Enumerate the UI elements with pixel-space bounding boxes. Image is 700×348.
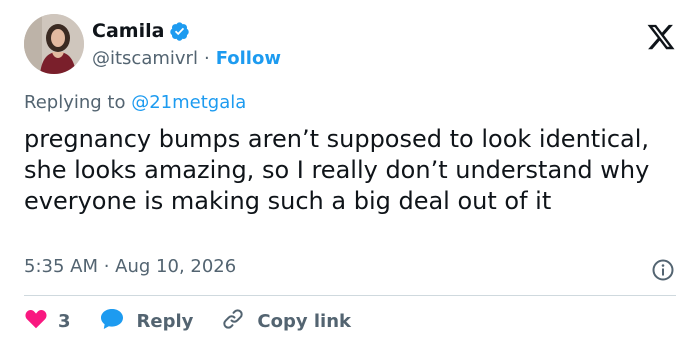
reply-bubble-icon — [99, 307, 125, 336]
tweet-header: Camila @itscamivrl · Follow — [24, 14, 676, 78]
tweet-time: 5:35 AM — [24, 256, 98, 277]
reply-button[interactable]: Reply — [99, 307, 194, 336]
tweet-timestamp[interactable]: 5:35 AM · Aug 10, 2026 — [24, 256, 236, 277]
action-bar: 3 Reply Copy link — [24, 305, 351, 337]
reply-mention-link[interactable]: @21metgala — [131, 92, 246, 113]
divider — [24, 295, 676, 296]
copy-link-button[interactable]: Copy link — [221, 307, 351, 336]
tweet-text: pregnancy bumps aren’t supposed to look … — [24, 125, 650, 215]
verified-badge-icon — [169, 21, 190, 42]
tweet-date: Aug 10, 2026 — [115, 256, 237, 277]
link-icon — [221, 307, 245, 336]
replying-prefix: Replying to — [24, 92, 132, 113]
copy-link-label: Copy link — [257, 310, 351, 332]
user-block: Camila @itscamivrl · Follow — [92, 18, 281, 72]
replying-to: Replying to @21metgala — [24, 92, 246, 113]
reply-label: Reply — [136, 310, 194, 332]
like-button[interactable]: 3 — [24, 307, 71, 336]
follow-button[interactable]: Follow — [216, 48, 281, 69]
display-name[interactable]: Camila — [92, 20, 164, 42]
name-row: Camila — [92, 18, 281, 44]
x-logo-icon[interactable] — [646, 22, 676, 52]
meta-separator: · — [98, 256, 116, 277]
separator: · — [203, 47, 210, 69]
avatar[interactable] — [24, 14, 84, 74]
user-handle[interactable]: @itscamivrl — [92, 48, 198, 69]
like-count: 3 — [58, 310, 71, 332]
handle-row: @itscamivrl · Follow — [92, 44, 281, 72]
heart-icon — [24, 307, 48, 336]
info-icon[interactable] — [651, 258, 675, 282]
